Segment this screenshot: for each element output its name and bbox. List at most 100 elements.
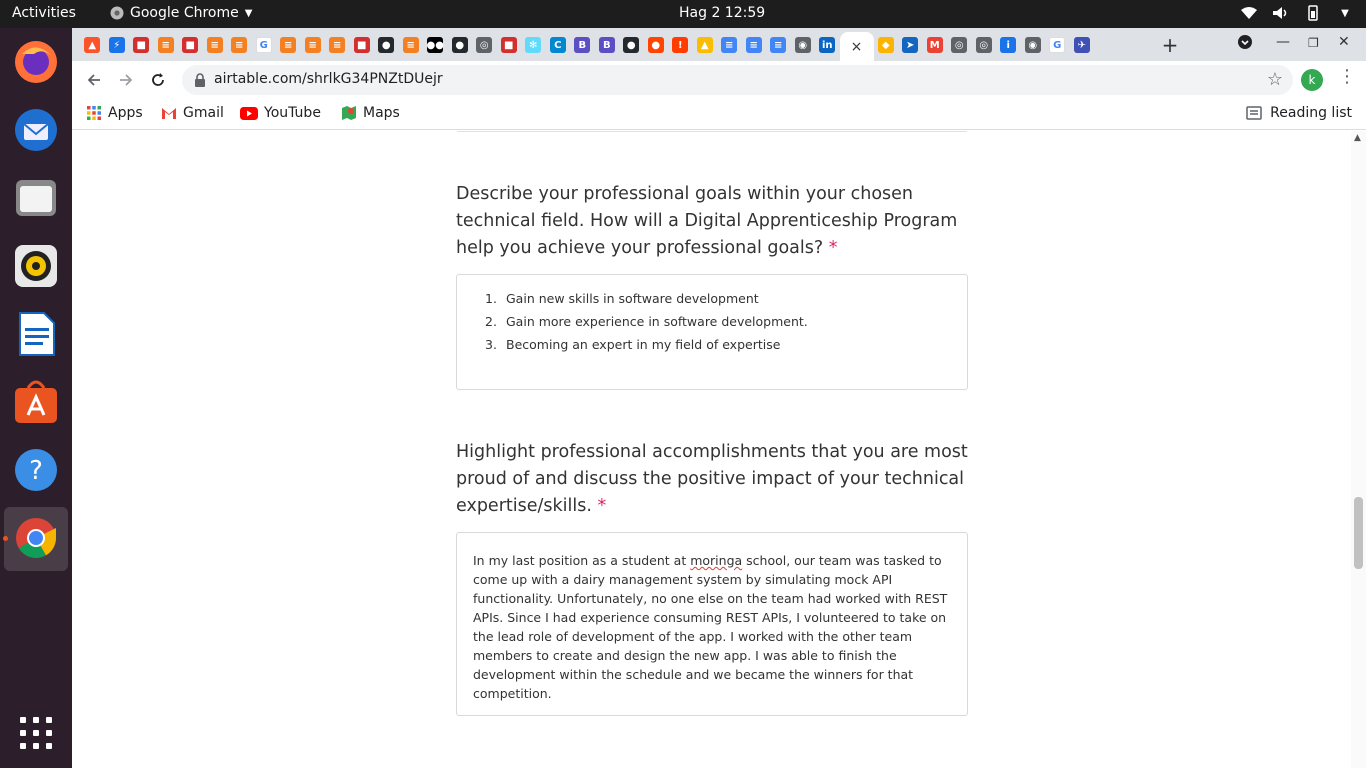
files-icon (16, 180, 56, 216)
stack-tab-icon[interactable]: ≡ (227, 32, 252, 58)
close-tab-icon[interactable]: × (851, 39, 863, 55)
dock-rhythmbox[interactable] (10, 240, 62, 292)
google-tab-icon[interactable]: G (1045, 32, 1070, 58)
gmail-icon (162, 108, 176, 119)
ubuntu-dock: ? (0, 28, 72, 768)
dock-firefox[interactable] (10, 36, 62, 88)
airtable-tab-icon[interactable]: ◆ (874, 32, 899, 58)
dock-thunderbird[interactable] (10, 104, 62, 156)
scroll-up-arrow[interactable]: ▲ (1354, 133, 1361, 143)
arrow-tab-icon[interactable]: ➤ (898, 32, 923, 58)
misspelled-word[interactable]: moringa (690, 553, 742, 568)
linkedin-tab-icon[interactable]: in (815, 32, 840, 58)
page-scrollbar[interactable]: ▲ (1351, 131, 1366, 768)
gnome-top-bar: Activities Google Chrome ▼ Hag 2 12:59 ▼ (0, 0, 1366, 28)
bookmark-youtube[interactable]: YouTube (240, 105, 321, 121)
dock-help[interactable]: ? (10, 444, 62, 496)
drive-tab-icon[interactable]: ▲ (693, 32, 718, 58)
answer-text: In my last position as a student at mori… (473, 553, 948, 701)
c-tab-icon[interactable]: C (546, 32, 571, 58)
chrome-menu-icon[interactable]: ⋮ (1338, 66, 1356, 87)
bolt-tab-icon[interactable]: ⚡ (105, 32, 130, 58)
google-tab-icon[interactable]: G (252, 32, 277, 58)
reload-button[interactable] (146, 68, 170, 92)
tab-search-icon[interactable] (1237, 34, 1253, 54)
shield-tab-icon[interactable]: ■ (350, 32, 375, 58)
answer-professional-goals[interactable]: 1. Gain new skills in software developmen… (456, 274, 968, 390)
maximize-button[interactable]: ❐ (1308, 36, 1319, 50)
react-tab-icon[interactable]: ✻ (521, 32, 546, 58)
globe-tab-icon[interactable]: ◎ (947, 32, 972, 58)
github-tab-icon[interactable]: ● (374, 32, 399, 58)
docs-tab-icon[interactable]: ≡ (717, 32, 742, 58)
scrollbar-thumb[interactable] (1354, 497, 1363, 569)
system-tray[interactable]: ▼ (1240, 4, 1354, 22)
chrome-tab-icon[interactable]: ◉ (791, 32, 816, 58)
bookmark-gmail[interactable]: Gmail (161, 105, 224, 121)
dock-files[interactable] (10, 172, 62, 224)
wifi-icon (1240, 4, 1258, 22)
previous-answer-box[interactable] (456, 131, 968, 132)
github-tab-icon[interactable]: ● (619, 32, 644, 58)
new-tab-button[interactable]: + (1158, 33, 1182, 57)
question-professional-goals: Describe your professional goals within … (456, 181, 976, 262)
svg-text:?: ? (29, 456, 43, 486)
bookmark-label: Maps (363, 105, 400, 121)
shield-tab-icon[interactable]: ■ (497, 32, 522, 58)
chrome-tab-icon[interactable]: ◉ (1021, 32, 1046, 58)
arrow-left-icon (87, 74, 100, 86)
dock-libreoffice-writer[interactable] (10, 308, 62, 360)
shield-tab-icon[interactable]: ■ (129, 32, 154, 58)
info-tab-icon[interactable]: i (996, 32, 1021, 58)
reading-list-button[interactable]: Reading list (1246, 105, 1352, 121)
stack-tab-icon[interactable]: ≡ (301, 32, 326, 58)
running-indicator (3, 536, 8, 541)
globe-tab-icon[interactable]: ◎ (472, 32, 497, 58)
stack-tab-icon[interactable]: ≡ (276, 32, 301, 58)
dock-chrome[interactable] (10, 512, 62, 564)
arrow-right-icon (120, 74, 133, 86)
app-menu[interactable]: Google Chrome ▼ (110, 5, 252, 21)
apps-grid-icon (87, 106, 101, 120)
b-tab-icon[interactable]: B (595, 32, 620, 58)
forward-button[interactable] (114, 68, 138, 92)
gmail-tab-icon[interactable]: M (923, 32, 948, 58)
answer-accomplishments[interactable]: In my last position as a student at mori… (456, 532, 968, 716)
github-tab-icon[interactable]: ● (448, 32, 473, 58)
plane-tab-icon[interactable]: ✈ (1070, 32, 1095, 58)
show-applications-button[interactable] (20, 717, 52, 749)
docs-tab-icon[interactable]: ≡ (742, 32, 767, 58)
bookmark-star-icon[interactable]: ☆ (1267, 69, 1283, 90)
profile-avatar[interactable]: k (1301, 69, 1323, 91)
globe-tab-icon[interactable]: ◎ (972, 32, 997, 58)
minimize-button[interactable]: — (1276, 34, 1290, 50)
bookmark-apps[interactable]: Apps (86, 105, 143, 121)
alert-tab-icon[interactable]: ! (668, 32, 693, 58)
medium-tab-icon[interactable]: ●● (423, 32, 448, 58)
active-tab[interactable]: × (839, 32, 874, 61)
chrome-toolbar: airtable.com/shrlkG34PNZtDUejr ☆ k ⋮ (72, 61, 1366, 98)
stack-tab-icon[interactable]: ≡ (154, 32, 179, 58)
brave-tab-icon[interactable]: ▲ (80, 32, 105, 58)
stack-tab-icon[interactable]: ≡ (203, 32, 228, 58)
shield-tab-icon[interactable]: ■ (178, 32, 203, 58)
close-window-button[interactable]: ✕ (1338, 34, 1350, 50)
tab-strip: ▲ ⚡ ■ ≡ ■ ≡ ≡ G ≡ ≡ ≡ ■ ● ≡ ●● ● ◎ ■ ✻ C B B ● ●! ▲ ≡ ≡ ≡ ◉ in × ◆ ➤ M ◎ ◎ i… (72, 28, 1366, 61)
answer-list: 1. Gain new skills in software developmen… (457, 275, 967, 360)
stack-tab-icon[interactable]: ≡ (399, 32, 424, 58)
address-bar[interactable]: airtable.com/shrlkG34PNZtDUejr ☆ (182, 65, 1293, 95)
url-text[interactable]: airtable.com/shrlkG34PNZtDUejr (214, 71, 443, 87)
youtube-icon (240, 106, 258, 120)
reddit-tab-icon[interactable]: ● (644, 32, 669, 58)
dock-ubuntu-software[interactable] (10, 376, 62, 428)
bookmark-maps[interactable]: Maps (341, 105, 400, 121)
bookmark-label: Apps (108, 105, 143, 121)
clock[interactable]: Hag 2 12:59 (679, 5, 765, 21)
stack-tab-icon[interactable]: ≡ (325, 32, 350, 58)
activities-button[interactable]: Activities (12, 5, 76, 21)
docs-tab-icon[interactable]: ≡ (766, 32, 791, 58)
back-button[interactable] (82, 68, 106, 92)
b-tab-icon[interactable]: B (570, 32, 595, 58)
list-item: 1. Gain new skills in software developmen… (485, 291, 759, 306)
lock-icon[interactable] (194, 72, 206, 91)
